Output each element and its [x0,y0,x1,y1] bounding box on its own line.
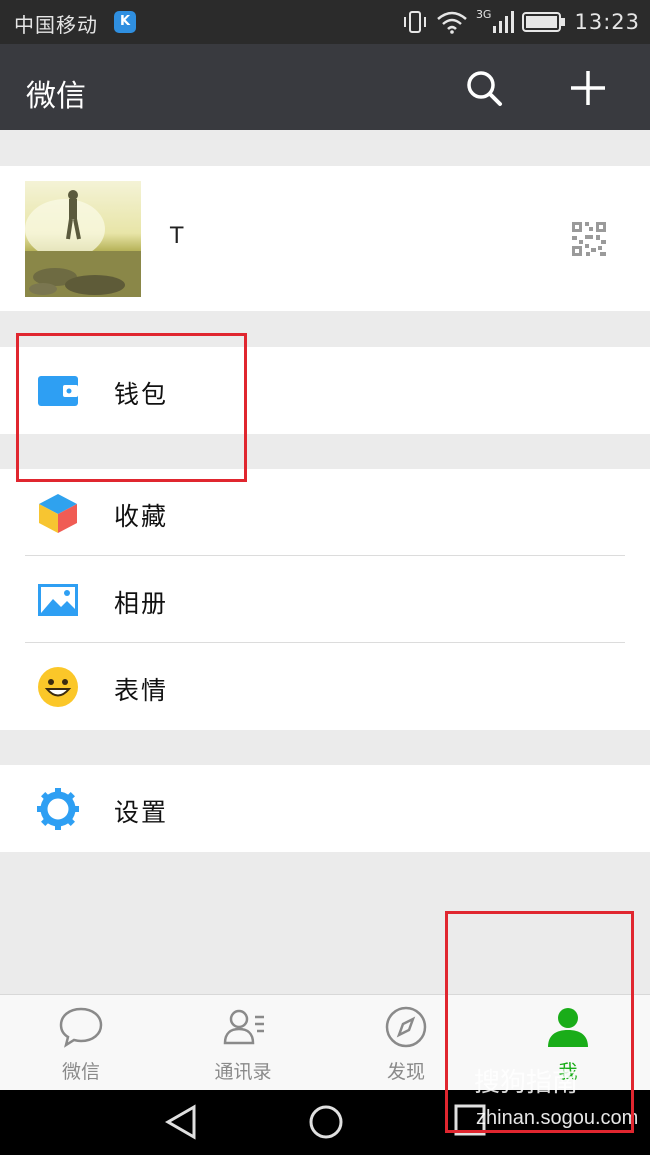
compass-icon [385,1006,427,1048]
back-icon[interactable] [164,1104,198,1140]
content-group: 收藏 相册 表情 [0,469,650,730]
signal-icon [493,11,515,33]
tab-label: 通讯录 [214,1061,272,1083]
search-icon[interactable] [462,66,506,110]
carrier-name: 中国移动 [14,13,98,37]
menu-label-settings: 设置 [114,798,169,827]
menu-item-settings[interactable]: 设置 [0,765,650,852]
avatar[interactable] [25,181,141,297]
menu-label-favorites: 收藏 [114,502,169,531]
menu-label-album: 相册 [114,589,169,618]
highlight-box-me-tab [445,911,634,1133]
chat-bubble-icon [59,1007,103,1048]
wifi-icon [437,11,467,34]
add-icon[interactable] [566,66,610,110]
menu-item-stickers[interactable]: 表情 [0,643,650,730]
menu-label-stickers: 表情 [114,676,169,705]
qr-code-icon[interactable] [572,222,606,256]
status-bar: 中国移动 K 3G 13:23 [0,0,650,44]
carrier-badge-icon: K [114,11,136,33]
highlight-box-wallet [16,333,247,482]
contacts-icon [223,1009,264,1045]
profile-card[interactable]: T [0,166,650,311]
network-type: 3G [475,7,492,21]
tab-label: 微信 [61,1061,100,1083]
menu-item-favorites[interactable]: 收藏 [0,469,650,556]
gear-icon [37,788,79,830]
battery-icon [522,12,566,32]
favorites-cube-icon [39,494,77,533]
clock: 13:23 [574,10,640,34]
app-header: 微信 [0,44,650,130]
album-picture-icon [38,584,78,616]
tab-contacts[interactable]: 通讯录 [162,995,324,1091]
menu-item-album[interactable]: 相册 [0,556,650,643]
smiley-face-icon [38,667,78,707]
home-icon[interactable] [308,1104,344,1140]
settings-group: 设置 [0,765,650,852]
vibrate-icon [403,11,426,33]
profile-name: T [170,224,184,249]
page-title: 微信 [26,79,86,114]
tab-chats[interactable]: 微信 [0,995,162,1091]
